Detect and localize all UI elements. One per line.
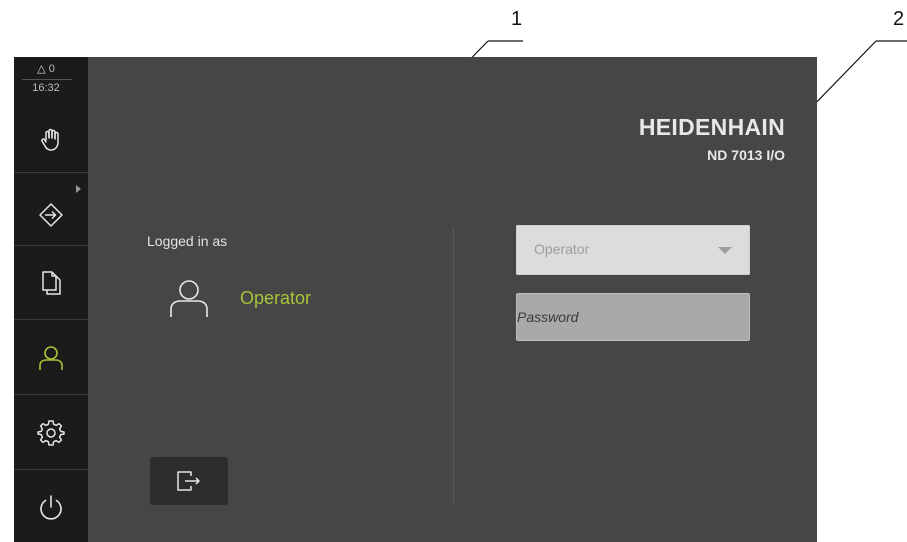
menu-item-manual-mode[interactable] <box>14 109 88 169</box>
device-model: ND 7013 I/O <box>707 147 785 163</box>
current-user-icon <box>167 277 211 324</box>
logout-button[interactable] <box>150 457 228 505</box>
message-count: 0 <box>48 63 55 75</box>
hand-icon <box>41 128 59 151</box>
menu-item-power[interactable] <box>14 477 88 537</box>
logged-in-user: Operator <box>240 288 312 308</box>
power-icon <box>40 495 62 520</box>
user-icon <box>39 346 63 370</box>
main-menu: △ 0 16:32 <box>14 57 88 542</box>
menu-item-user-login[interactable] <box>14 328 88 388</box>
clock: 16:32 <box>32 82 60 94</box>
menu-separator <box>14 172 88 173</box>
panel-divider <box>453 227 454 505</box>
menu-separator <box>14 319 88 320</box>
menu-item-file-management[interactable] <box>14 253 88 313</box>
callout-number-1: 1 <box>511 8 523 30</box>
status-divider <box>22 79 72 80</box>
enter-arrow-icon <box>39 203 63 227</box>
message-indicator: △ 0 <box>14 62 78 75</box>
menu-separator <box>14 394 88 395</box>
menu-item-mdi[interactable] <box>14 185 88 245</box>
logout-icon <box>177 471 200 491</box>
gear-icon <box>37 420 65 446</box>
submenu-arrow-icon <box>76 185 81 193</box>
callout-number-2: 2 <box>893 8 905 30</box>
logged-in-label: Logged in as <box>147 233 228 249</box>
status-area[interactable]: △ 0 16:32 <box>14 57 88 109</box>
selected-user: Operator <box>534 241 590 257</box>
warning-triangle-icon: △ <box>37 63 46 75</box>
password-input[interactable] <box>516 293 750 341</box>
user-icon <box>170 280 208 317</box>
brand-logo: HEIDENHAIN <box>638 114 785 140</box>
menu-separator <box>14 245 88 246</box>
user-select-dropdown[interactable]: Operator <box>516 225 750 275</box>
menu-separator <box>14 469 88 470</box>
files-icon <box>42 271 61 295</box>
chevron-down-icon <box>718 247 732 254</box>
device-screen: △ 0 16:32 HEIDENHAIN ND 7013 I/O Logged … <box>14 57 817 542</box>
brand-block: HEIDENHAIN ND 7013 I/O <box>639 114 785 163</box>
menu-item-settings[interactable] <box>14 403 88 463</box>
